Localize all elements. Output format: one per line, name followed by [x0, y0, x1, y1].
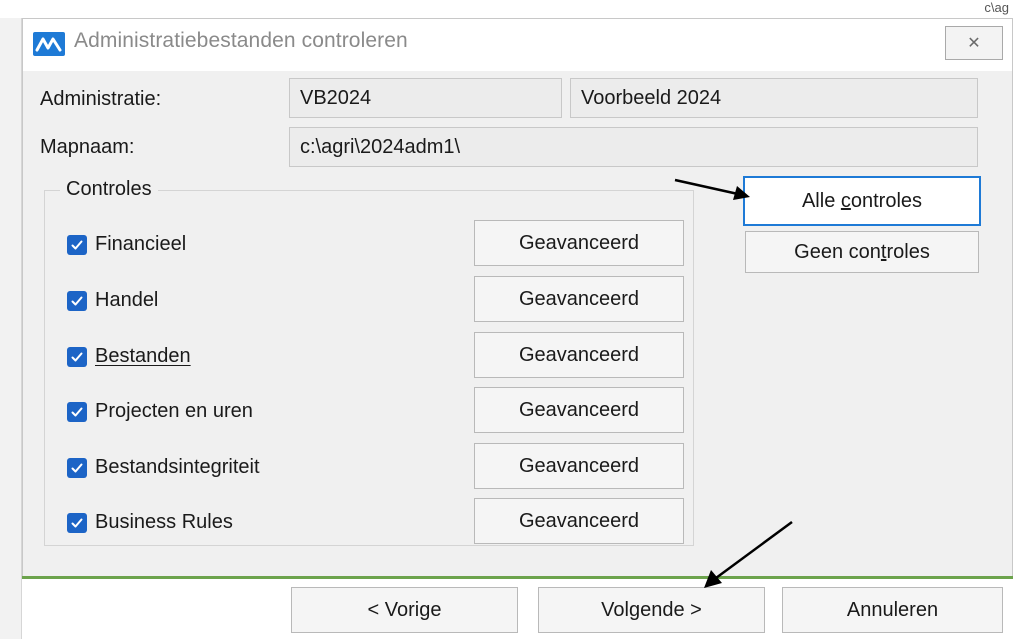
annotation-arrows: [674, 178, 793, 588]
annotation-arrow-volgende: [704, 520, 793, 588]
annotation-arrow-alle-controles: [674, 178, 750, 200]
